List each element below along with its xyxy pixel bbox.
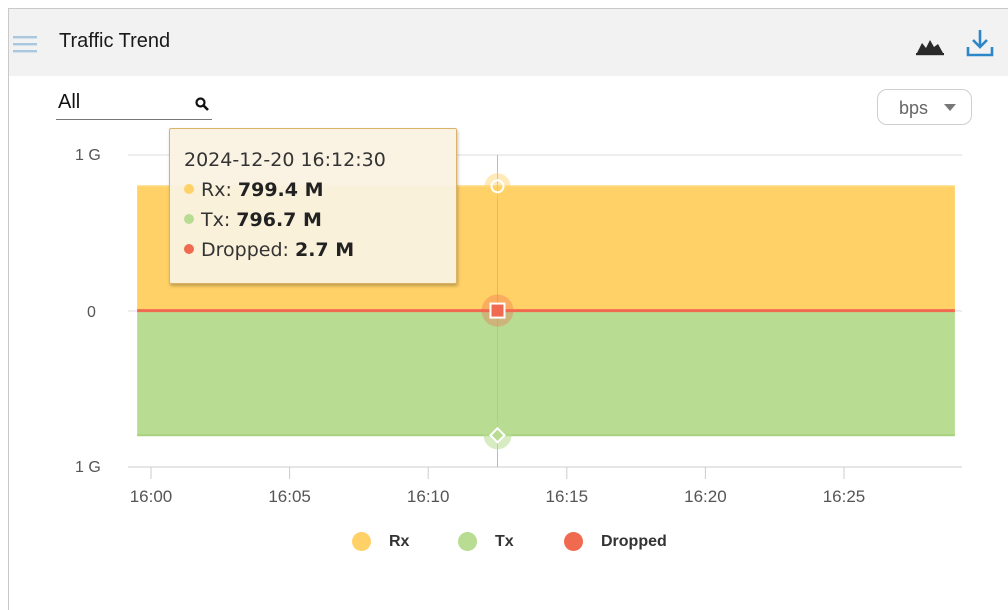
series-area-tx [137,311,955,436]
tooltip-value-dropped: 2.7 M [294,239,355,261]
hover-marker-dropped [489,302,506,319]
tooltip-row-dropped: Dropped: 2.7 M [184,239,354,261]
y-tick-label: 0 [87,304,96,321]
x-tick-label: 16:25 [823,487,866,506]
x-tick-label: 16:20 [684,487,727,506]
tooltip-label-rx: Rx: [201,179,238,201]
chart-tooltip: 2024-12-20 16:12:30 Rx: 799.4 M Tx: 796.… [169,128,457,284]
y-tick-label: 1 G [75,147,101,164]
legend-label-tx: Tx [495,533,514,550]
tooltip-label-dropped: Dropped: [201,239,295,261]
legend-label-dropped: Dropped [601,533,667,550]
legend-label-rx: Rx [389,533,410,550]
hover-halo-rx [484,173,511,200]
x-tick-label: 16:00 [130,487,173,506]
x-tick-label: 16:10 [407,487,450,506]
tx-dot [184,214,194,224]
tooltip-row-tx: Tx: 796.7 M [184,209,322,231]
tooltip-time: 2024-12-20 16:12:30 [184,149,386,171]
y-tick-label: 1 G [75,459,101,476]
x-tick-label: 16:15 [546,487,589,506]
x-tick-label: 16:05 [268,487,311,506]
tooltip-value-rx: 799.4 M [237,179,324,201]
dropped-dot [184,244,194,254]
legend-dot-tx [458,532,477,551]
tooltip-value-tx: 796.7 M [236,209,322,231]
tooltip-row-rx: Rx: 799.4 M [184,179,324,201]
tooltip-label-tx: Tx: [201,209,237,231]
legend-dot-rx [352,532,371,551]
traffic-chart: 1 G 0 1 G 16:00 16:05 16:10 16:15 16:20 16:25 [75,147,962,506]
rx-dot [184,184,194,194]
legend-dot-dropped [564,532,583,551]
